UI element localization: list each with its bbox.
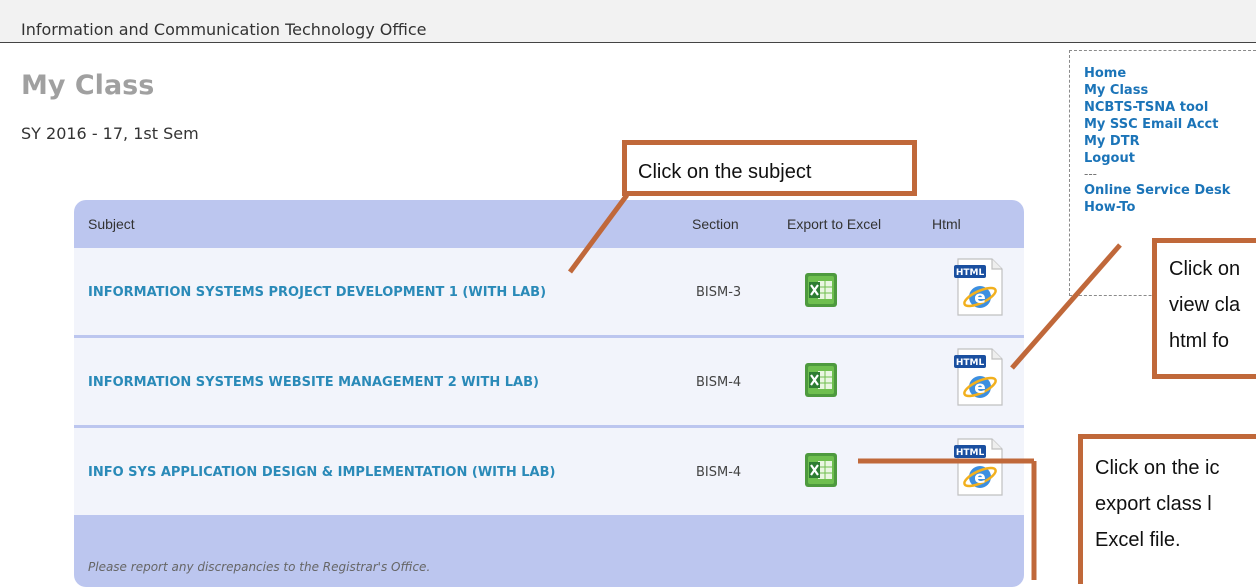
callout-html-line1: Click on — [1169, 258, 1241, 280]
callout-line-html — [1010, 243, 1122, 370]
callout-excel-line1: Click on the ic — [1095, 457, 1220, 479]
callout-subject-text: Click on the subject — [638, 161, 812, 183]
callout-line-subject — [567, 193, 630, 274]
callout-excel: Click on the ic export class l Excel fil… — [1078, 434, 1256, 584]
callout-html-line3: html fo — [1169, 330, 1230, 352]
annotation-lines — [567, 193, 1122, 580]
callout-excel-line2: export class l — [1095, 493, 1212, 515]
callout-excel-line3: Excel file. — [1095, 529, 1181, 551]
callout-subject: Click on the subject — [622, 140, 917, 196]
callout-html: Click on view cla html fo — [1152, 238, 1256, 379]
callout-html-line2: view cla — [1169, 294, 1241, 316]
